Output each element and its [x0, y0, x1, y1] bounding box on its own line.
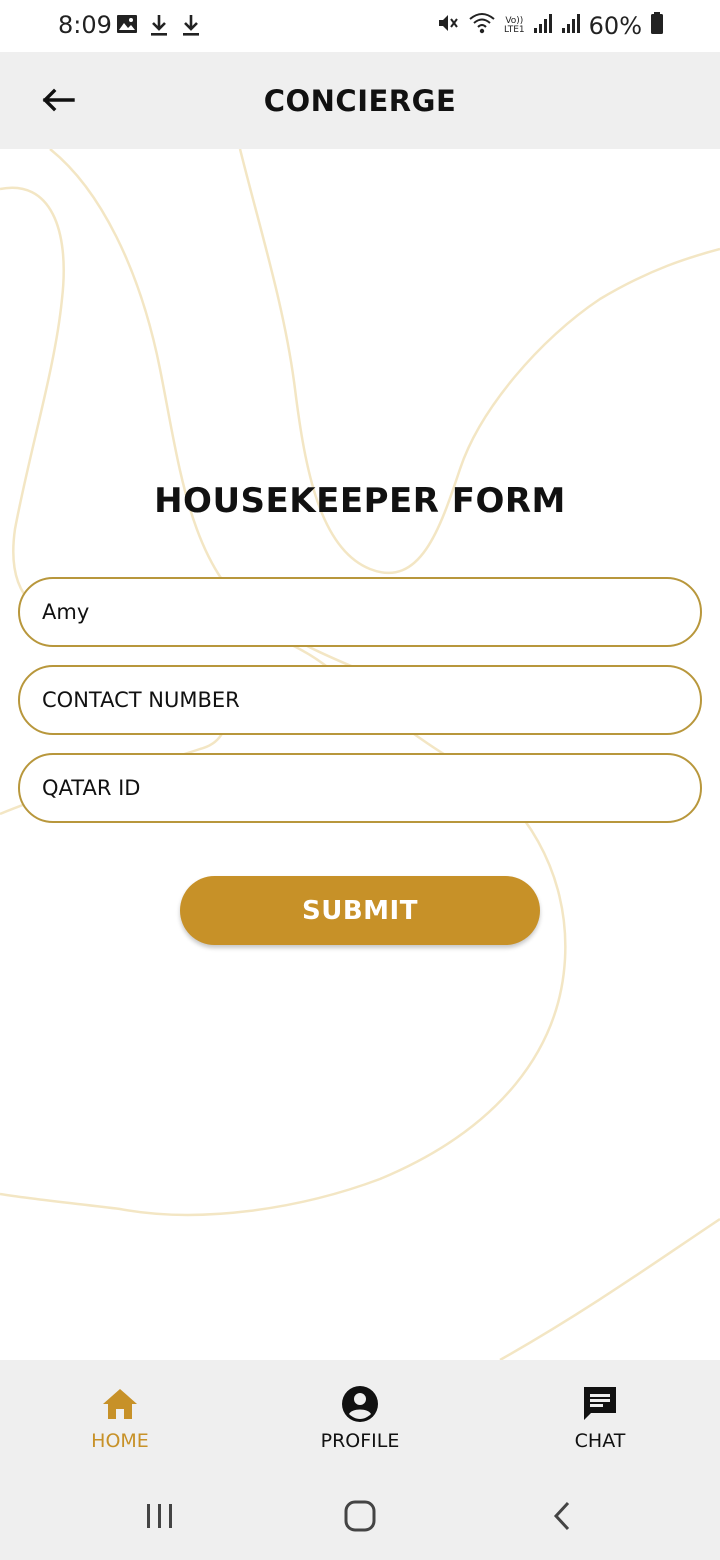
- home-icon: [101, 1384, 139, 1424]
- download-icon: [180, 13, 202, 42]
- system-navigation-bar: [0, 1476, 720, 1560]
- lte-label: LTE1: [503, 24, 525, 35]
- system-back-button[interactable]: [532, 1498, 592, 1538]
- qatar-id-field[interactable]: [18, 753, 702, 823]
- nav-label-chat: CHAT: [574, 1430, 626, 1452]
- nav-item-profile[interactable]: PROFILE: [260, 1360, 460, 1476]
- form-title: HOUSEKEEPER FORM: [154, 481, 566, 521]
- notification-icons: [116, 13, 202, 42]
- recents-button[interactable]: [130, 1498, 190, 1538]
- contact-number-field[interactable]: [18, 665, 702, 735]
- contact-number-input[interactable]: [42, 688, 700, 712]
- back-chevron-icon: [552, 1501, 572, 1536]
- name-input[interactable]: [42, 600, 700, 624]
- system-home-button[interactable]: [330, 1498, 390, 1538]
- nav-item-home[interactable]: HOME: [20, 1360, 220, 1476]
- download-icon: [148, 13, 170, 42]
- volte-icon: Vo)) LTE1: [503, 16, 525, 35]
- nav-label-home: HOME: [91, 1430, 149, 1452]
- gallery-icon: [116, 13, 138, 42]
- battery-percent: 60%: [588, 11, 642, 40]
- signal-icon: [533, 12, 553, 39]
- status-time: 8:09: [58, 11, 112, 39]
- submit-button[interactable]: SUBMIT: [180, 876, 540, 945]
- bottom-navigation: HOME PROFILE CHAT: [0, 1360, 720, 1476]
- qatar-id-input[interactable]: [42, 776, 700, 800]
- status-bar: 8:09 Vo)) LTE1 60%: [0, 0, 720, 52]
- name-field[interactable]: [18, 577, 702, 647]
- battery-icon: [650, 11, 664, 40]
- signal-icon: [561, 12, 581, 39]
- mute-icon: [436, 11, 460, 40]
- home-circle-icon: [344, 1500, 376, 1537]
- recents-icon: [145, 1502, 175, 1535]
- chat-icon: [581, 1384, 619, 1424]
- app-bar: CONCIERGE: [0, 52, 720, 149]
- system-status-icons: Vo)) LTE1 60%: [436, 11, 664, 40]
- wifi-icon: [468, 11, 496, 40]
- nav-label-profile: PROFILE: [320, 1430, 400, 1452]
- page-title: CONCIERGE: [263, 84, 457, 118]
- main-content: HOUSEKEEPER FORM SUBMIT: [0, 149, 720, 1360]
- account-circle-icon: [341, 1384, 379, 1424]
- nav-item-chat[interactable]: CHAT: [500, 1360, 700, 1476]
